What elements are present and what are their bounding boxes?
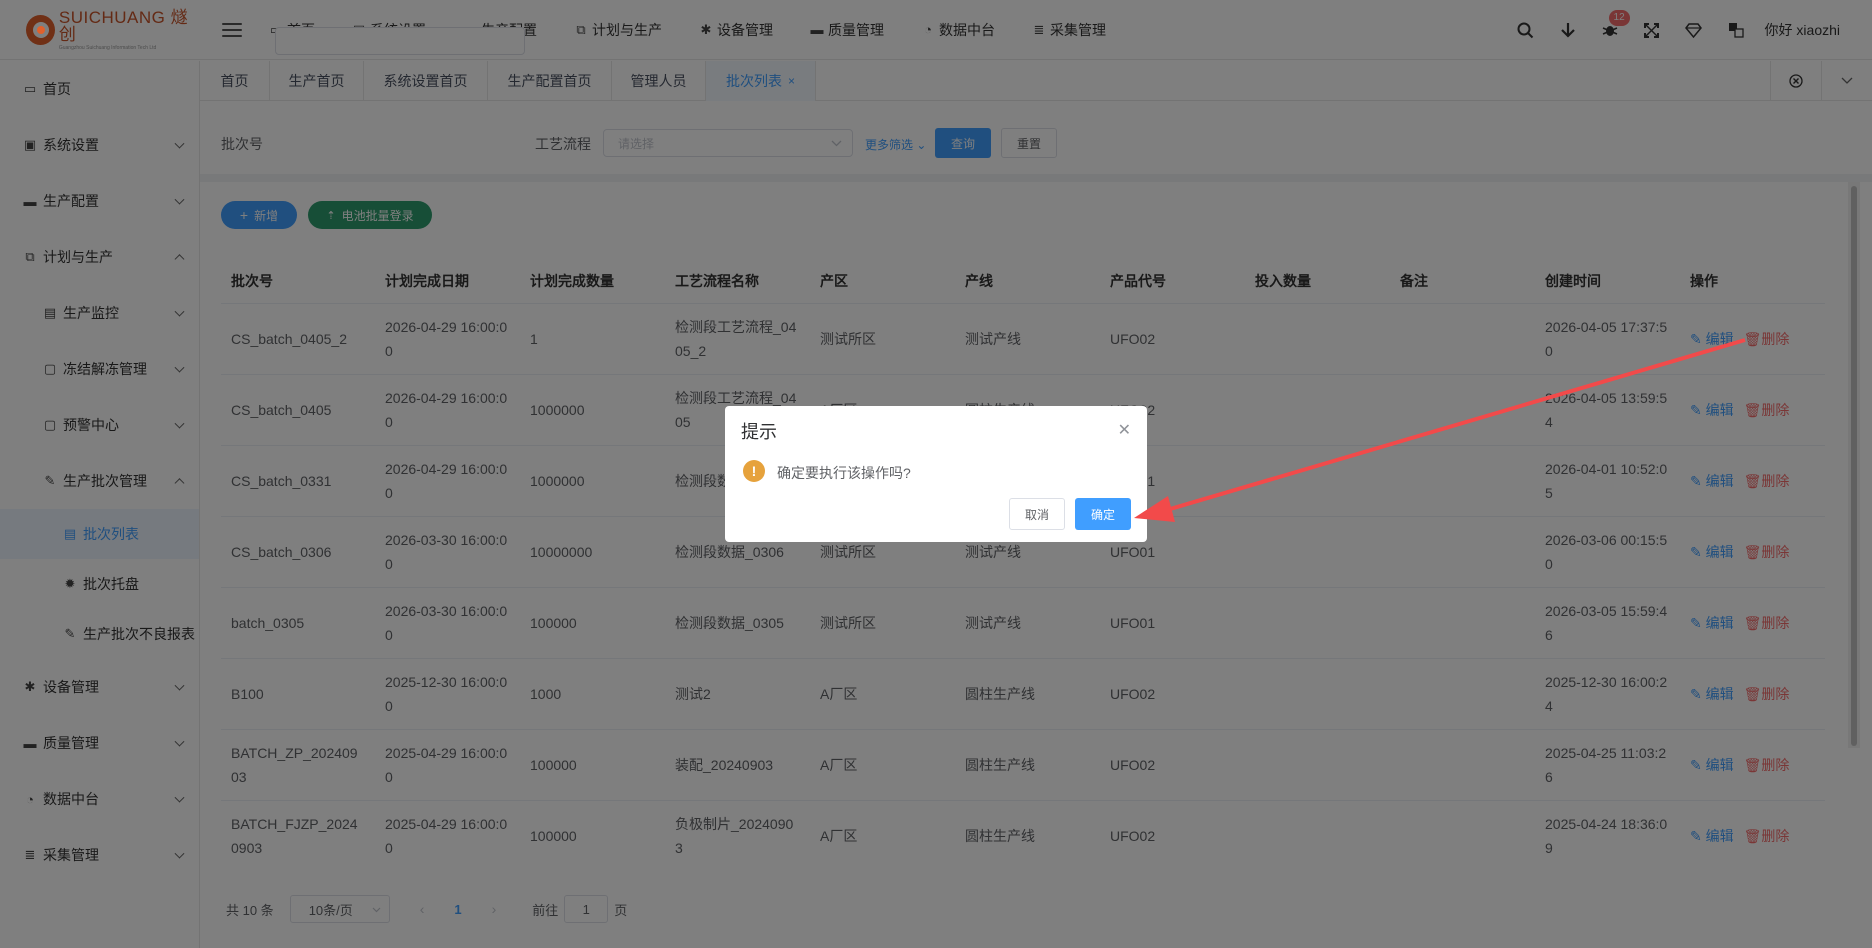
annotation-arrow	[1134, 338, 1746, 522]
